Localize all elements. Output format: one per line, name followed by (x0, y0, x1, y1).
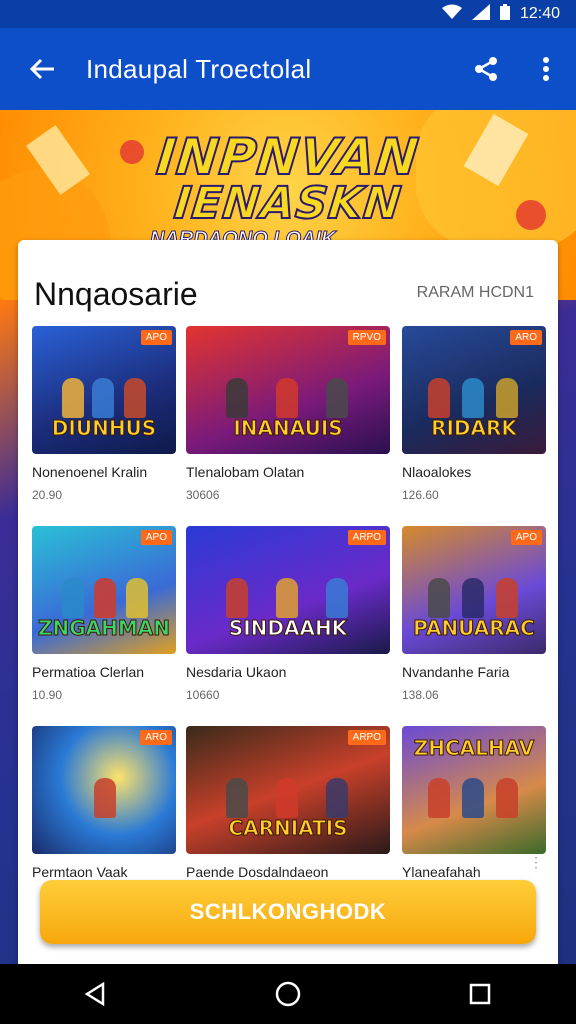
more-vertical-icon (543, 57, 549, 81)
nav-recents-button[interactable] (450, 964, 510, 1024)
game-score: 126.60 (402, 488, 439, 502)
game-tile[interactable]: ARPO CARNIATIS Paende Dosdalndaeon (186, 726, 390, 880)
game-name: Permtaon Vaak (32, 864, 128, 880)
section-heading: Nnqaosarie (34, 276, 198, 312)
nav-back-button[interactable] (66, 964, 126, 1024)
signal-icon (471, 3, 490, 25)
app-bar: Indaupal Troectolal (0, 28, 576, 110)
page-title: Indaupal Troectolal (86, 53, 312, 84)
game-name: Tlenalobam Olatan (186, 464, 305, 480)
game-tile[interactable]: APO PANUARAC Nvandanhe Faria 138.06 ⋮ (402, 526, 546, 764)
primary-action-button[interactable]: SCHLKONGHODK (40, 880, 536, 944)
arrow-left-icon (30, 58, 54, 80)
game-tile[interactable]: ZHCALHAV Ylaneafahah ⋮ (402, 726, 546, 880)
game-thumbnail: ZHCALHAV (402, 726, 546, 854)
circle-home-icon (275, 981, 301, 1007)
game-thumbnail: ARPO SINDAAHK (186, 526, 390, 654)
section-more-link[interactable]: RARAM HCDN1 (417, 284, 534, 302)
game-score: 138.06 (402, 688, 439, 702)
battery-icon (499, 3, 510, 25)
game-thumbnail: APO PANUARAC (402, 526, 546, 654)
game-name: Nonenoenel Kralin (32, 464, 148, 480)
game-thumbnail: ARO (32, 726, 176, 854)
nav-home-button[interactable] (258, 964, 318, 1024)
game-score: 10.90 (32, 688, 63, 702)
wifi-icon (441, 4, 462, 25)
games-card: Nnqaosarie RARAM HCDN1 APO DIUNHUS Nonen… (18, 240, 558, 980)
more-options-button[interactable] (516, 28, 576, 110)
system-nav-bar (0, 964, 576, 1024)
square-recents-icon (469, 983, 491, 1005)
game-name: Permatioa Clerlan (32, 664, 145, 680)
game-score: 10660 (186, 688, 220, 702)
triangle-back-icon (84, 981, 105, 1007)
game-thumbnail: APO ZNGAHMAN (32, 526, 176, 654)
game-name: Nesdaria Ukaon (186, 664, 287, 680)
more-dots-icon[interactable]: ⋮ (529, 854, 544, 871)
share-icon (475, 57, 497, 81)
back-button[interactable] (0, 28, 86, 110)
game-score: 30606 (186, 488, 220, 502)
game-name: Paende Dosdalndaeon (186, 864, 329, 880)
game-thumbnail: APO DIUNHUS (32, 326, 176, 454)
game-thumbnail: ARPO CARNIATIS (186, 726, 390, 854)
game-thumbnail: RPVO INANAUIS (186, 326, 390, 454)
game-score: 20.90 (32, 488, 63, 502)
game-name: Nvandanhe Faria (402, 664, 510, 680)
game-tile[interactable]: ARO Permtaon Vaak (32, 726, 176, 880)
game-name: Ylaneafahah (402, 864, 481, 880)
game-tile[interactable]: APO ZNGAHMAN Permatioa Clerlan 10.90 (32, 526, 176, 702)
game-name: Nlaoalokes (402, 464, 472, 480)
share-button[interactable] (456, 28, 516, 110)
game-tile[interactable]: APO DIUNHUS Nonenoenel Kralin 20.90 (32, 326, 176, 502)
game-tile[interactable]: ARO RIDARK Nlaoalokes 126.60 ••• (402, 326, 546, 582)
game-tile[interactable]: ARPO SINDAAHK Nesdaria Ukaon 10660 ⋮ (186, 526, 390, 764)
game-thumbnail: ARO RIDARK (402, 326, 546, 454)
hero-title-line2: IENASKN (171, 177, 405, 230)
status-bar: 12:40 (0, 0, 576, 28)
status-time: 12:40 (519, 5, 560, 22)
game-tile[interactable]: RPVO INANAUIS Tlenalobam Olatan 30606 ⋮ (186, 326, 390, 564)
